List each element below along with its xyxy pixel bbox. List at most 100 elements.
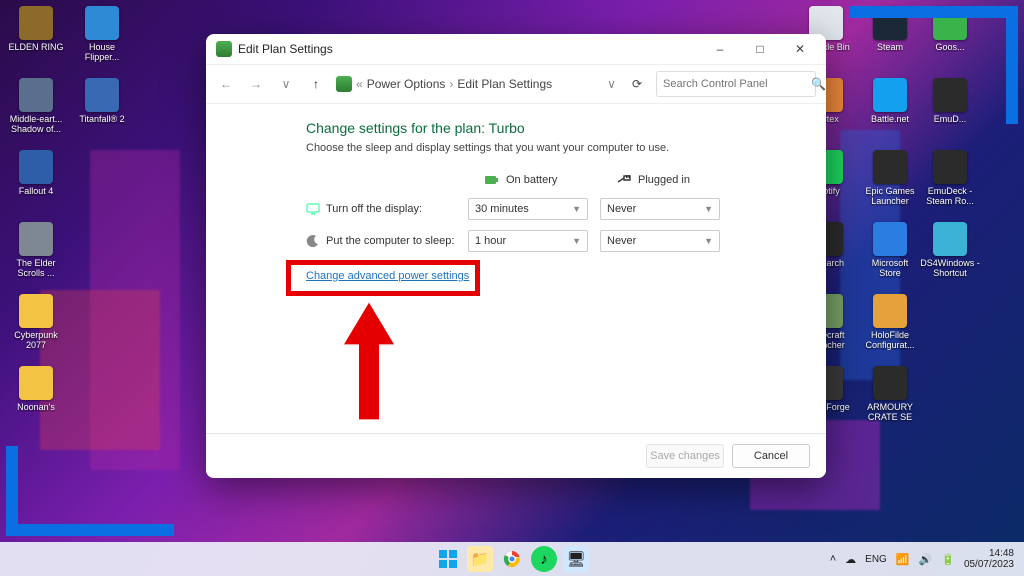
tray-onedrive-icon[interactable]: ☁ <box>845 553 856 566</box>
back-button[interactable]: ← <box>216 77 236 91</box>
taskbar-spotify-icon[interactable]: ♪ <box>531 546 557 572</box>
app-icon <box>19 294 53 328</box>
window-footer: Save changes Cancel <box>206 433 826 478</box>
desktop-icon-label: DS4Windows - Shortcut <box>920 258 980 278</box>
app-icon <box>873 150 907 184</box>
column-plugged-in: Plugged in <box>600 172 720 188</box>
battery-icon <box>484 172 500 188</box>
desktop-icon-label: ARMOURY CRATE SE <box>860 402 920 422</box>
display-plugged-dropdown[interactable]: Never▼ <box>600 198 720 220</box>
window-title: Edit Plan Settings <box>238 42 333 56</box>
breadcrumb[interactable]: « Power Options › Edit Plan Settings <box>336 76 591 92</box>
refresh-button[interactable]: ⟳ <box>632 77 642 91</box>
start-button[interactable] <box>435 546 461 572</box>
app-icon <box>873 222 907 256</box>
search-input[interactable] <box>663 78 805 90</box>
chevron-down-icon: ▼ <box>704 236 713 246</box>
advanced-power-settings-link[interactable]: Change advanced power settings <box>306 270 469 282</box>
sleep-plugged-dropdown[interactable]: Never▼ <box>600 230 720 252</box>
app-icon <box>19 222 53 256</box>
desktop-icon[interactable]: ARMOURY CRATE SE <box>860 366 920 434</box>
minimize-button[interactable]: – <box>700 35 740 63</box>
desktop-icon[interactable]: Titanfall® 2 <box>72 78 132 146</box>
save-changes-button: Save changes <box>646 444 724 468</box>
taskbar-chrome-icon[interactable] <box>499 546 525 572</box>
tray-volume-icon[interactable]: 🔊 <box>919 553 933 566</box>
app-icon <box>933 150 967 184</box>
taskbar-app-icon[interactable]: 🖥 <box>563 546 589 572</box>
desktop-icon[interactable]: The Elder Scrolls ... <box>6 222 66 290</box>
app-icon <box>933 222 967 256</box>
column-on-battery: On battery <box>468 172 588 188</box>
desktop-icon-label: Cyberpunk 2077 <box>6 330 66 350</box>
page-subtext: Choose the sleep and display settings th… <box>306 142 786 154</box>
tray-battery-icon[interactable]: 🔋 <box>941 553 955 566</box>
row-sleep-label: Put the computer to sleep: <box>306 234 456 248</box>
addressbar: ← → ∨ ↑ « Power Options › Edit Plan Sett… <box>206 64 826 104</box>
row-display-label: Turn off the display: <box>306 202 456 216</box>
desktop-icon-label: House Flipper... <box>72 42 132 62</box>
display-icon <box>306 202 320 216</box>
desktop-icon-label: Middle-eart... Shadow of... <box>6 114 66 134</box>
cancel-button[interactable]: Cancel <box>732 444 810 468</box>
titlebar: Edit Plan Settings – □ ✕ <box>206 34 826 64</box>
sleep-battery-dropdown[interactable]: 1 hour▼ <box>468 230 588 252</box>
desktop-icon[interactable]: HoloFilde Configurat... <box>860 294 920 362</box>
desktop-icon[interactable]: Fallout 4 <box>6 150 66 218</box>
maximize-button[interactable]: □ <box>740 35 780 63</box>
app-icon <box>873 294 907 328</box>
chevron-down-icon: ▼ <box>572 236 581 246</box>
content-area: Change settings for the plan: Turbo Choo… <box>206 104 826 433</box>
tray-chevron-icon[interactable]: ˄ <box>830 553 836 565</box>
breadcrumb-power-options[interactable]: Power Options <box>367 77 446 91</box>
desktop-icon-label: EmuDeck - Steam Ro... <box>920 186 980 206</box>
power-options-icon <box>336 76 352 92</box>
up-button[interactable]: ↑ <box>306 77 326 91</box>
app-icon <box>19 78 53 112</box>
taskbar-explorer-icon[interactable]: 📁 <box>467 546 493 572</box>
desktop-icon-label: HoloFilde Configurat... <box>860 330 920 350</box>
desktop-icon-label: Fallout 4 <box>19 186 54 196</box>
search-box[interactable]: 🔍 <box>656 71 816 97</box>
app-icon <box>873 366 907 400</box>
app-icon <box>19 150 53 184</box>
display-battery-dropdown[interactable]: 30 minutes▼ <box>468 198 588 220</box>
search-icon: 🔍 <box>811 77 826 91</box>
desktop-icon-label: Microsoft Store <box>860 258 920 278</box>
desktop-icon[interactable]: DS4Windows - Shortcut <box>920 222 980 290</box>
desktop-icon-label: Epic Games Launcher <box>860 186 920 206</box>
taskbar-clock[interactable]: 14:48 05/07/2023 <box>964 548 1014 570</box>
desktop-icon-label: Noonan's <box>17 402 55 412</box>
sleep-icon <box>306 234 320 248</box>
close-button[interactable]: ✕ <box>780 35 820 63</box>
desktop-icon-label: Titanfall® 2 <box>79 114 124 124</box>
highlight-bracket-top-right <box>850 6 1018 124</box>
app-icon <box>19 366 53 400</box>
taskbar: 📁 ♪ 🖥 ˄ ☁ ENG 📶 🔊 🔋 14:48 05/07/2023 <box>0 542 1024 576</box>
tray-wifi-icon[interactable]: 📶 <box>896 553 910 566</box>
plug-icon <box>616 172 632 188</box>
breadcrumb-edit-plan[interactable]: Edit Plan Settings <box>457 77 552 91</box>
tray-language-icon[interactable]: ENG <box>865 554 887 565</box>
path-dropdown[interactable]: ∨ <box>607 77 616 91</box>
annotation-arrow-icon <box>344 296 394 426</box>
desktop-icon[interactable]: Noonan's <box>6 366 66 434</box>
desktop-icon[interactable]: House Flipper... <box>72 6 132 74</box>
desktop-icon[interactable]: EmuDeck - Steam Ro... <box>920 150 980 218</box>
chevron-down-icon: ▼ <box>704 204 713 214</box>
chevron-down-icon: ▼ <box>572 204 581 214</box>
desktop-icon[interactable]: Microsoft Store <box>860 222 920 290</box>
desktop-icon[interactable]: ELDEN RING <box>6 6 66 74</box>
app-icon <box>19 6 53 40</box>
app-icon <box>85 6 119 40</box>
edit-plan-settings-window: Edit Plan Settings – □ ✕ ← → ∨ ↑ « Power… <box>206 34 826 478</box>
highlight-bracket-bottom-left <box>6 446 174 536</box>
page-heading: Change settings for the plan: Turbo <box>306 120 786 136</box>
desktop-icon-label: ELDEN RING <box>8 42 63 52</box>
forward-button[interactable]: → <box>246 77 266 91</box>
desktop-icon[interactable]: Cyberpunk 2077 <box>6 294 66 362</box>
desktop-icon[interactable]: Epic Games Launcher <box>860 150 920 218</box>
desktop-icon[interactable]: Middle-eart... Shadow of... <box>6 78 66 146</box>
power-options-icon <box>216 41 232 57</box>
history-dropdown[interactable]: ∨ <box>276 77 296 91</box>
